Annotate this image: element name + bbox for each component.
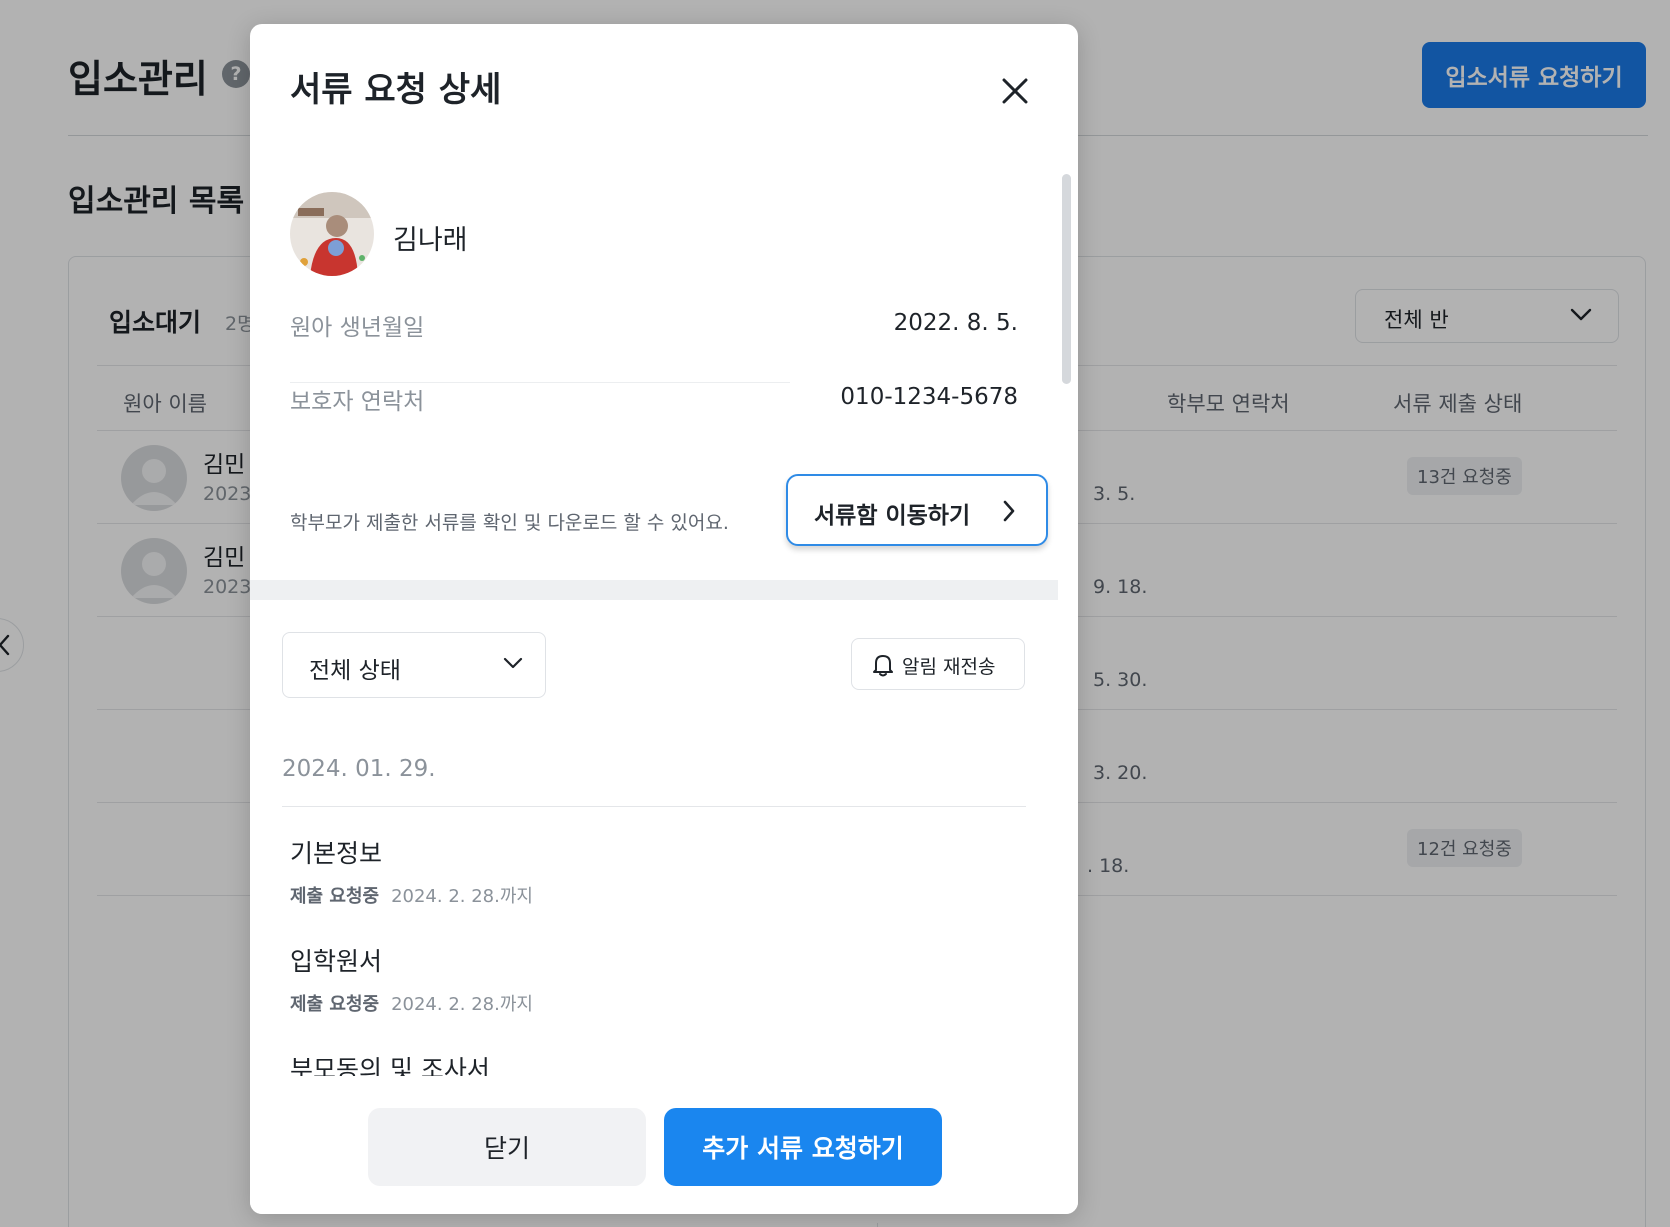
go-to-docs-box-button[interactable]: 서류함 이동하기 [786, 474, 1048, 546]
child-name: 김나래 [393, 225, 468, 256]
modal-scrollbar[interactable] [1062, 174, 1071, 384]
section-divider [250, 580, 1058, 600]
request-additional-docs-button[interactable]: 추가 서류 요청하기 [664, 1108, 942, 1186]
document-item[interactable]: 부모동의 및 조사서 [290, 1050, 490, 1076]
doc-request-detail-modal: 서류 요청 상세 김나래 원아 생년월일 2022. 8. 5. 보호자 연락처… [250, 24, 1078, 1214]
divider [282, 806, 1026, 807]
birthdate-label: 원아 생년월일 [290, 315, 425, 341]
close-modal-button[interactable]: 닫기 [368, 1108, 646, 1186]
document-title: 기본정보 [290, 839, 383, 868]
close-button[interactable] [988, 64, 1042, 118]
document-status: 제출 요청중 [290, 886, 380, 907]
birthdate-value: 2022. 8. 5. [893, 310, 1018, 336]
resend-notification-label: 알림 재전송 [902, 656, 996, 678]
status-filter-value: 전체 상태 [309, 658, 401, 684]
close-icon [1002, 78, 1028, 104]
document-title: 부모동의 및 조사서 [290, 1055, 490, 1076]
document-title: 입학원서 [290, 947, 383, 976]
modal-title: 서류 요청 상세 [290, 70, 502, 110]
bell-icon [873, 655, 893, 677]
document-due-date: 2024. 2. 28.까지 [391, 886, 533, 907]
document-status: 제출 요청중 [290, 994, 380, 1015]
guardian-phone-value: 010-1234-5678 [840, 384, 1018, 410]
docs-description: 학부모가 제출한 서류를 확인 및 다운로드 할 수 있어요. [290, 512, 729, 534]
resend-notification-button[interactable]: 알림 재전송 [851, 638, 1025, 690]
document-meta: 제출 요청중 2024. 2. 28.까지 [290, 990, 533, 1016]
document-meta: 제출 요청중 2024. 2. 28.까지 [290, 882, 533, 908]
document-due-date: 2024. 2. 28.까지 [391, 994, 533, 1015]
avatar [290, 192, 374, 276]
modal-footer: 닫기 추가 서류 요청하기 [250, 1076, 1078, 1214]
document-item[interactable]: 입학원서 제출 요청중 2024. 2. 28.까지 [290, 942, 533, 1016]
go-to-docs-box-label: 서류함 이동하기 [814, 503, 971, 529]
status-filter-select[interactable]: 전체 상태 [282, 632, 546, 698]
chevron-right-icon [1003, 500, 1015, 522]
request-group-date: 2024. 01. 29. [282, 756, 436, 782]
document-item[interactable]: 기본정보 제출 요청중 2024. 2. 28.까지 [290, 834, 533, 908]
chevron-down-icon [503, 657, 523, 669]
modal-scroll-area[interactable]: 김나래 원아 생년월일 2022. 8. 5. 보호자 연락처 010-1234… [250, 146, 1078, 1076]
guardian-phone-label: 보호자 연락처 [290, 389, 425, 415]
